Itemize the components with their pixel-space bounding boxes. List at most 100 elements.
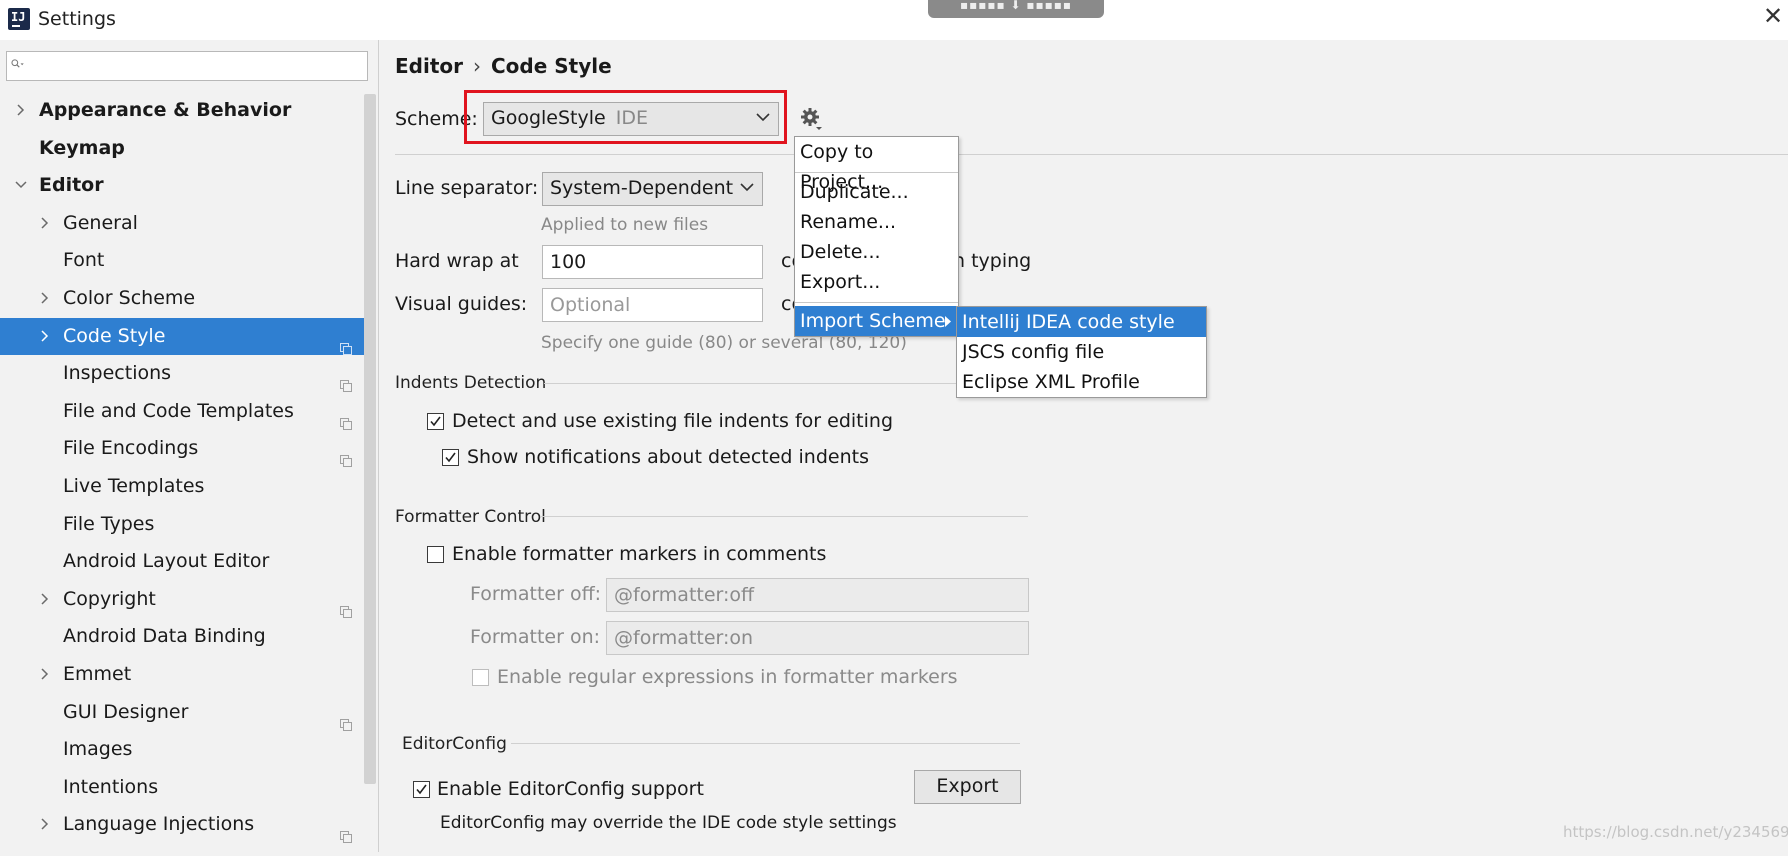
scheme-divider <box>395 154 1788 155</box>
copy-icon <box>340 368 352 393</box>
sidebar-item-emmet[interactable]: Emmet <box>0 656 364 693</box>
chevron-right-icon[interactable] <box>39 806 51 843</box>
submenu-item-eclipse-xml[interactable]: Eclipse XML Profile <box>957 367 1206 397</box>
drag-handle[interactable]: ▪▪▪▪▪ ⬇ ▪▪▪▪▪ <box>928 0 1104 18</box>
sidebar-item-general[interactable]: General <box>0 205 364 242</box>
sidebar-item-label: Images <box>63 738 133 761</box>
indents-detection-title: Indents Detection <box>395 373 547 393</box>
menu-item-import-scheme[interactable]: Import Scheme <box>795 306 958 336</box>
search-input[interactable] <box>6 51 368 81</box>
sidebar-item-intentions[interactable]: Intentions <box>0 769 364 806</box>
import-scheme-submenu: Intellij IDEA code style XML JSCS config… <box>956 306 1207 398</box>
chevron-right-icon[interactable] <box>39 581 51 618</box>
sidebar-item-android-data-binding[interactable]: Android Data Binding <box>0 618 364 655</box>
submenu-item-intellij-xml[interactable]: Intellij IDEA code style XML <box>957 307 1206 363</box>
sidebar-item-label: Language Injections <box>63 813 255 836</box>
sidebar-item-label: Color Scheme <box>63 287 196 309</box>
sidebar-item-font[interactable]: Font <box>0 242 364 279</box>
breadcrumb: Editor › Code Style <box>395 54 612 78</box>
gear-popup-menu: Copy to Project... Duplicate... Rename..… <box>794 136 959 337</box>
menu-separator <box>795 302 958 303</box>
line-separator-value: System-Dependent <box>550 177 734 199</box>
sidebar-item-label: Code Style <box>63 324 166 347</box>
sidebar-item-label: Live Templates <box>63 475 205 497</box>
sidebar-item-inspections[interactable]: Inspections <box>0 355 364 393</box>
sidebar-item-label: Emmet <box>63 663 132 685</box>
window-title: Settings <box>38 8 116 30</box>
visual-guides-label: Visual guides: <box>395 293 528 315</box>
sidebar-item-gui-designer[interactable]: GUI Designer <box>0 694 364 731</box>
section-divider <box>511 743 1020 744</box>
enable-formatter-markers-label: Enable formatter markers in comments <box>452 543 827 565</box>
chevron-right-icon[interactable] <box>39 318 51 355</box>
menu-item-rename[interactable]: Rename... <box>795 207 958 237</box>
enable-formatter-markers-checkbox[interactable] <box>427 546 444 563</box>
line-separator-dropdown[interactable]: System-Dependent <box>542 172 763 206</box>
sidebar-scrollbar[interactable] <box>364 94 376 784</box>
breadcrumb-current: Code Style <box>491 54 612 78</box>
chevron-right-icon[interactable] <box>15 92 27 129</box>
menu-item-duplicate[interactable]: Duplicate... <box>795 177 958 207</box>
breadcrumb-parent[interactable]: Editor <box>395 54 463 78</box>
editorconfig-note: EditorConfig may override the IDE code s… <box>440 813 897 833</box>
sidebar-item-appearance-behavior[interactable]: Appearance & Behavior <box>0 92 364 129</box>
sidebar-item-images[interactable]: Images <box>0 731 364 768</box>
sidebar-item-label: Inspections <box>63 362 172 385</box>
scheme-value: GoogleStyle <box>491 107 606 129</box>
hard-wrap-input[interactable]: 100 <box>542 245 763 279</box>
formatter-control-title: Formatter Control <box>395 507 546 527</box>
checkbox-check-icon <box>445 452 456 463</box>
enable-regex-checkbox[interactable] <box>472 669 489 686</box>
enable-editorconfig-label: Enable EditorConfig support <box>437 778 704 800</box>
formatter-on-input[interactable]: @formatter:on <box>606 621 1029 655</box>
submenu-item-jscs[interactable]: JSCS config file <box>957 337 1206 367</box>
line-separator-hint: Applied to new files <box>541 215 709 235</box>
title-bar <box>0 0 1788 40</box>
sidebar-item-code-style[interactable]: Code Style <box>0 317 364 355</box>
sidebar-item-label: File and Code Templates <box>63 399 294 422</box>
sidebar-item-live-templates[interactable]: Live Templates <box>0 468 364 505</box>
sidebar-item-label: Intentions <box>63 775 159 798</box>
export-button[interactable]: Export <box>914 770 1021 804</box>
watermark: https://blog.csdn.net/y2345699 <box>1563 823 1788 841</box>
chevron-down-icon[interactable] <box>15 167 27 204</box>
sidebar-item-copyright[interactable]: Copyright <box>0 581 364 618</box>
sidebar-item-label: Keymap <box>39 136 125 159</box>
menu-separator <box>795 172 958 173</box>
detect-indents-checkbox[interactable] <box>427 413 444 430</box>
sidebar-item-file-and-code-templates[interactable]: File and Code Templates <box>0 393 364 430</box>
enable-editorconfig-checkbox[interactable] <box>413 781 430 798</box>
sidebar-item-android-layout-editor[interactable]: Android Layout Editor <box>0 543 364 580</box>
formatter-off-input[interactable]: @formatter:off <box>606 578 1029 612</box>
sidebar-item-file-types[interactable]: File Types <box>0 506 364 543</box>
sidebar-item-label: File Types <box>63 512 155 535</box>
sidebar-item-label: GUI Designer <box>63 700 189 723</box>
submenu-arrow-icon <box>945 316 951 327</box>
line-separator-label: Line separator: <box>395 177 539 199</box>
sidebar-item-file-encodings[interactable]: File Encodings <box>0 430 364 468</box>
scheme-dropdown[interactable]: GoogleStyle IDE <box>483 102 779 136</box>
sidebar-item-language-injections[interactable]: Language Injections <box>0 806 364 844</box>
sidebar-item-keymap[interactable]: Keymap <box>0 130 364 167</box>
menu-item-copy-to-project[interactable]: Copy to Project... <box>795 137 958 193</box>
show-notifications-checkbox[interactable] <box>442 449 459 466</box>
sidebar-item-label: Copyright <box>63 587 156 610</box>
chevron-right-icon[interactable] <box>39 205 51 242</box>
menu-item-export[interactable]: Export... <box>795 267 958 297</box>
wrap-on-typing-label: n typing <box>953 250 1032 272</box>
chevron-right-icon[interactable] <box>39 656 51 693</box>
enable-regex-label: Enable regular expressions in formatter … <box>497 666 958 688</box>
visual-guides-input[interactable]: Optional <box>542 288 763 322</box>
sidebar-item-label: File Encodings <box>63 437 199 460</box>
hard-wrap-label: Hard wrap at <box>395 250 519 272</box>
menu-item-delete[interactable]: Delete... <box>795 237 958 267</box>
sidebar-item-color-scheme[interactable]: Color Scheme <box>0 280 364 317</box>
copy-icon <box>340 443 352 468</box>
chevron-right-icon[interactable] <box>39 280 51 317</box>
app-logo-icon: IJ <box>8 8 30 30</box>
gear-icon[interactable] <box>800 107 824 131</box>
sidebar-item-editor[interactable]: Editor <box>0 167 364 204</box>
show-notifications-label: Show notifications about detected indent… <box>467 446 869 468</box>
copy-icon <box>340 594 352 618</box>
close-icon[interactable]: ✕ <box>1758 2 1788 36</box>
